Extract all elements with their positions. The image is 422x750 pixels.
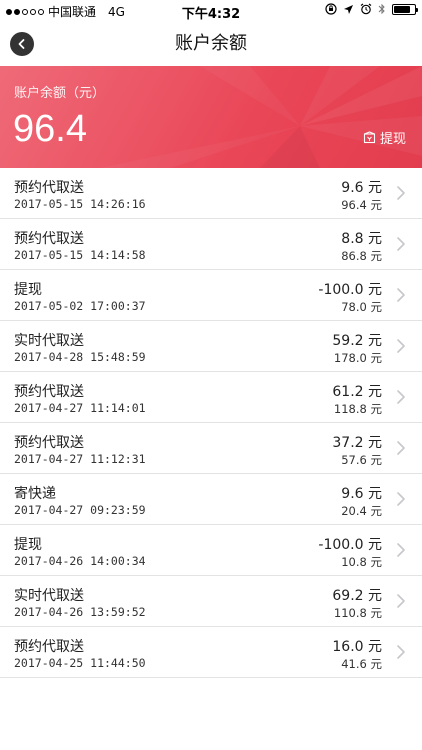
transaction-balance: 110.8 元 — [333, 606, 382, 620]
transaction-amount: 8.8 元 — [341, 231, 382, 247]
location-icon — [344, 4, 353, 14]
chevron-right-icon — [397, 645, 405, 659]
chevron-right-icon — [397, 390, 405, 404]
transaction-amount: -100.0 元 — [318, 537, 382, 553]
transaction-title: 提现 — [14, 537, 42, 553]
transaction-title: 实时代取送 — [14, 333, 84, 349]
transaction-date: 2017-04-25 11:44:50 — [14, 656, 146, 670]
transaction-title: 提现 — [14, 282, 42, 298]
page-title: 账户余额 — [175, 33, 247, 54]
chevron-left-icon — [18, 39, 25, 49]
transaction-date: 2017-04-27 11:14:01 — [14, 401, 146, 415]
transaction-amount: 61.2 元 — [332, 384, 382, 400]
chevron-right-icon — [397, 492, 405, 506]
nav-bar: 账户余额 — [0, 22, 422, 66]
wallet-icon — [363, 131, 376, 144]
transaction-row[interactable]: 实时代取送 2017-04-28 15:48:59 59.2 元 178.0 元 — [0, 321, 422, 372]
transaction-title: 预约代取送 — [14, 231, 84, 247]
transaction-date: 2017-04-28 15:48:59 — [14, 350, 146, 364]
transaction-balance: 41.6 元 — [341, 657, 382, 671]
transaction-row[interactable]: 预约代取送 2017-05-15 14:14:58 8.8 元 86.8 元 — [0, 219, 422, 270]
transaction-balance: 118.8 元 — [333, 402, 382, 416]
transaction-date: 2017-05-02 17:00:37 — [14, 299, 146, 313]
transaction-balance: 20.4 元 — [341, 504, 382, 518]
transaction-balance: 178.0 元 — [333, 351, 382, 365]
transaction-row[interactable]: 预约代取送 2017-05-15 14:26:16 9.6 元 96.4 元 — [0, 168, 422, 219]
chevron-right-icon — [397, 288, 405, 302]
transaction-amount: 16.0 元 — [332, 639, 382, 655]
status-bar: 中国联通 4G 下午4:32 — [0, 0, 422, 22]
transaction-date: 2017-05-15 14:26:16 — [14, 197, 146, 211]
chevron-right-icon — [397, 543, 405, 557]
chevron-right-icon — [397, 441, 405, 455]
transaction-balance: 96.4 元 — [341, 198, 382, 212]
transaction-amount: 37.2 元 — [332, 435, 382, 451]
status-right — [325, 3, 418, 15]
transaction-amount: -100.0 元 — [318, 282, 382, 298]
chevron-right-icon — [397, 186, 405, 200]
withdraw-label: 提现 — [379, 132, 406, 147]
transaction-date: 2017-04-27 09:23:59 — [14, 503, 146, 517]
transaction-row[interactable]: 预约代取送 2017-04-25 11:44:50 16.0 元 41.6 元 — [0, 627, 422, 678]
transaction-balance: 78.0 元 — [341, 300, 382, 314]
transaction-amount: 9.6 元 — [341, 180, 382, 196]
transaction-title: 预约代取送 — [14, 384, 84, 400]
transaction-title: 实时代取送 — [14, 588, 84, 604]
withdraw-button[interactable]: 提现 — [363, 128, 406, 147]
transaction-date: 2017-04-26 13:59:52 — [14, 605, 146, 619]
transaction-title: 预约代取送 — [14, 435, 84, 451]
transaction-title: 预约代取送 — [14, 639, 84, 655]
transaction-row[interactable]: 提现 2017-04-26 14:00:34 -100.0 元 10.8 元 — [0, 525, 422, 576]
transaction-row[interactable]: 实时代取送 2017-04-26 13:59:52 69.2 元 110.8 元 — [0, 576, 422, 627]
balance-label: 账户余额（元） — [14, 86, 106, 101]
transaction-row[interactable]: 预约代取送 2017-04-27 11:12:31 37.2 元 57.6 元 — [0, 423, 422, 474]
transaction-amount: 69.2 元 — [332, 588, 382, 604]
balance-value: 96.4 — [13, 108, 87, 150]
transaction-balance: 57.6 元 — [341, 453, 382, 467]
chevron-right-icon — [397, 339, 405, 353]
transaction-balance: 86.8 元 — [341, 249, 382, 263]
transaction-amount: 59.2 元 — [332, 333, 382, 349]
alarm-icon — [360, 3, 372, 15]
rotation-lock-icon — [325, 3, 337, 15]
battery-icon — [392, 3, 418, 15]
transaction-list: 预约代取送 2017-05-15 14:26:16 9.6 元 96.4 元 预… — [0, 168, 422, 678]
transaction-date: 2017-05-15 14:14:58 — [14, 248, 146, 262]
transaction-date: 2017-04-26 14:00:34 — [14, 554, 146, 568]
transaction-row[interactable]: 预约代取送 2017-04-27 11:14:01 61.2 元 118.8 元 — [0, 372, 422, 423]
bluetooth-icon — [378, 3, 385, 15]
transaction-row[interactable]: 寄快递 2017-04-27 09:23:59 9.6 元 20.4 元 — [0, 474, 422, 525]
transaction-balance: 10.8 元 — [341, 555, 382, 569]
transaction-row[interactable]: 提现 2017-05-02 17:00:37 -100.0 元 78.0 元 — [0, 270, 422, 321]
chevron-right-icon — [397, 237, 405, 251]
transaction-date: 2017-04-27 11:12:31 — [14, 452, 146, 466]
back-button[interactable] — [10, 32, 34, 56]
transaction-amount: 9.6 元 — [341, 486, 382, 502]
transaction-title: 预约代取送 — [14, 180, 84, 196]
transaction-title: 寄快递 — [14, 486, 56, 502]
chevron-right-icon — [397, 594, 405, 608]
balance-card: 账户余额（元） 96.4 提现 — [0, 66, 422, 168]
